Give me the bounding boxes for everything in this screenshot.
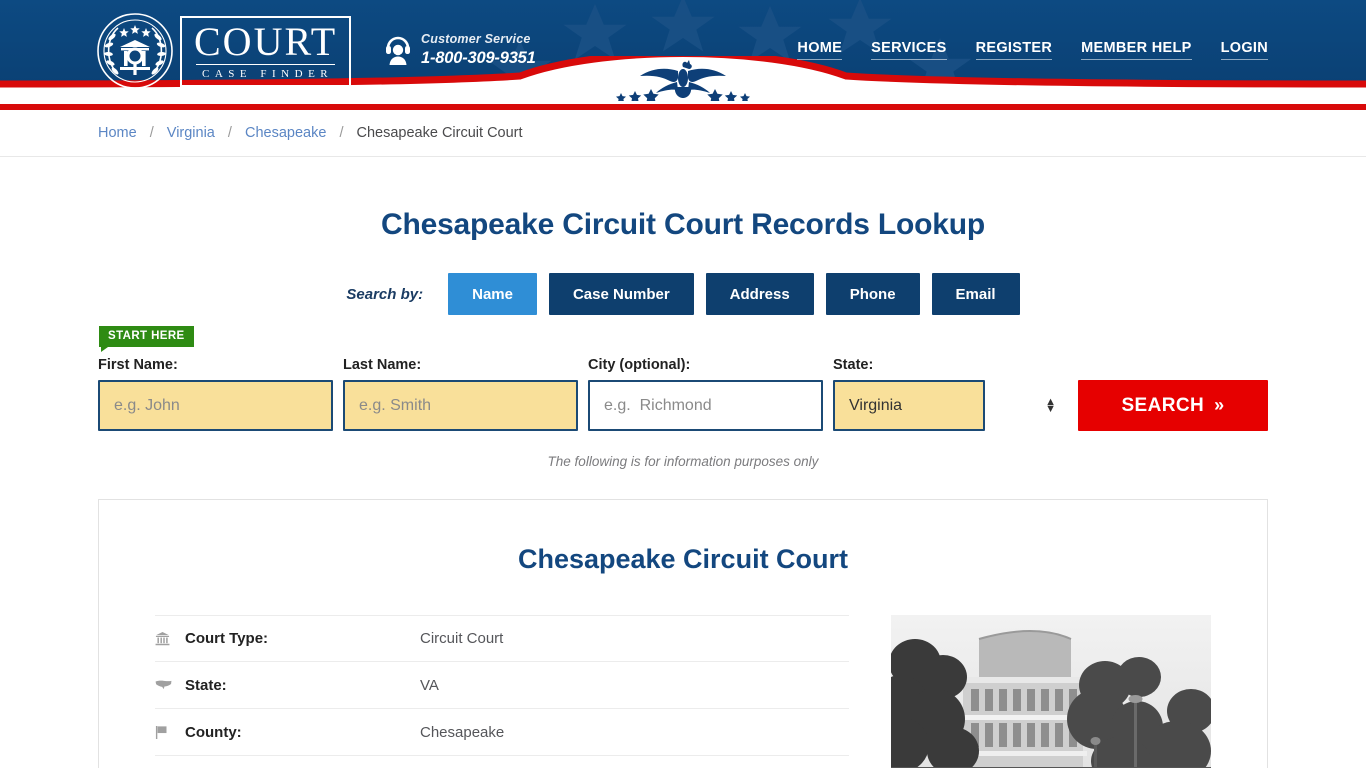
breadcrumb-item-virginia[interactable]: Virginia <box>167 125 215 141</box>
nav-item-member-help[interactable]: MEMBER HELP <box>1081 40 1192 60</box>
logo-wordmark: COURT CASE FINDER <box>180 15 352 87</box>
court-seal-icon <box>96 12 174 90</box>
court-card-title: Chesapeake Circuit Court <box>517 544 849 574</box>
search-by-tabs: Search by: Name Case Number Address Phon… <box>0 273 1366 315</box>
page-title: Chesapeake Circuit Court Records Lookup <box>381 208 985 241</box>
nav-item-services[interactable]: SERVICES <box>871 40 947 60</box>
county-value: Chesapeake <box>420 723 505 741</box>
table-row: Court Type: Circuit Court <box>155 615 849 662</box>
tab-address[interactable]: Address <box>705 273 814 315</box>
court-type-value: Circuit Court <box>420 630 504 647</box>
first-name-field-group: First Name: <box>98 357 333 431</box>
page-content: Chesapeake Circuit Court Records Lookup … <box>0 208 1366 768</box>
county-label: County: <box>185 723 242 741</box>
tab-phone[interactable]: Phone <box>825 273 920 315</box>
flag-icon <box>155 725 185 740</box>
city-label: City (optional): <box>588 357 691 373</box>
city-field-group: City (optional): <box>588 357 823 431</box>
bank-courthouse-icon <box>155 631 185 646</box>
nav-item-register[interactable]: REGISTER <box>975 40 1053 60</box>
search-form-row: First Name: Last Name: City (optional): … <box>98 357 1268 431</box>
breadcrumb-separator: / <box>149 125 154 141</box>
main-navigation: HOME SERVICES REGISTER MEMBER HELP LOGIN <box>797 40 1268 60</box>
first-name-label: First Name: <box>98 357 178 373</box>
courthouse-photo <box>891 615 1211 768</box>
customer-service-label: Customer Service <box>421 32 531 46</box>
state-field-group: State: VirginiaAlabamaAlaskaArizonaCalif… <box>833 357 1068 431</box>
breadcrumb: Home / Virginia / Chesapeake / Chesapeak… <box>0 125 523 141</box>
tab-name[interactable]: Name <box>448 273 537 315</box>
customer-service-block[interactable]: Customer Service 1-800-309-9351 <box>385 32 536 67</box>
chevron-updown-icon: ▲ ▼ <box>1045 395 1056 415</box>
headset-support-icon <box>385 35 411 65</box>
search-by-label: Search by: <box>346 285 424 303</box>
tab-case-number[interactable]: Case Number <box>548 273 694 315</box>
court-info-card: Chesapeake Circuit Court Court Type: Cir… <box>98 499 1268 768</box>
customer-service-phone[interactable]: 1-800-309-9351 <box>421 49 536 67</box>
city-input[interactable] <box>588 380 823 431</box>
table-row: County: Chesapeake <box>155 709 849 756</box>
table-row: State: VA <box>155 662 849 709</box>
nav-item-login[interactable]: LOGIN <box>1220 40 1268 60</box>
logo-divider <box>196 63 336 65</box>
site-logo[interactable]: COURT CASE FINDER <box>96 10 352 92</box>
last-name-input[interactable] <box>343 380 578 431</box>
first-name-input[interactable] <box>98 380 333 431</box>
disclaimer-text: The following is for information purpose… <box>547 454 819 469</box>
court-info-table: Court Type: Circuit Court State: VA Coun… <box>155 615 849 768</box>
nav-item-home[interactable]: HOME <box>797 40 843 60</box>
state-label: State: <box>833 357 874 373</box>
search-button[interactable]: SEARCH » <box>1078 380 1268 431</box>
court-type-label: Court Type: <box>185 630 269 647</box>
state-select[interactable]: VirginiaAlabamaAlaskaArizonaCaliforniaFl… <box>833 380 985 431</box>
last-name-field-group: Last Name: <box>343 357 578 431</box>
header-red-bar <box>0 101 1366 110</box>
search-form: START HERE First Name: Last Name: City (… <box>98 315 1268 469</box>
site-header: COURT CASE FINDER Customer Service 1-800… <box>0 0 1366 101</box>
breadcrumb-separator: / <box>227 125 232 141</box>
breadcrumb-separator: / <box>339 125 344 141</box>
court-card-body: Court Type: Circuit Court State: VA Coun… <box>99 615 1267 768</box>
breadcrumb-item-home[interactable]: Home <box>98 125 137 141</box>
double-chevron-right-icon: » <box>1214 395 1225 415</box>
logo-subtitle: CASE FINDER <box>202 67 334 80</box>
last-name-label: Last Name: <box>343 357 422 373</box>
breadcrumb-item-chesapeake[interactable]: Chesapeake <box>245 125 326 141</box>
us-map-icon <box>155 679 185 691</box>
state-row-label: State: <box>185 676 227 694</box>
logo-title: COURT <box>194 18 338 64</box>
breadcrumb-item-current: Chesapeake Circuit Court <box>356 125 523 141</box>
breadcrumb-bar: Home / Virginia / Chesapeake / Chesapeak… <box>0 110 1366 157</box>
state-row-value: VA <box>420 676 439 694</box>
tab-email[interactable]: Email <box>931 273 1020 315</box>
search-button-label: SEARCH <box>1121 394 1205 416</box>
start-here-badge: START HERE <box>99 326 194 352</box>
